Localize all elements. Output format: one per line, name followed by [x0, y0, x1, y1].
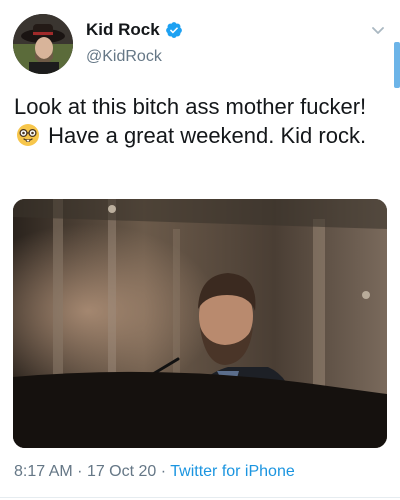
tweet-time[interactable]: 8:17 AM [14, 463, 73, 480]
tweet-photo[interactable] [13, 199, 387, 448]
meta-separator: · [77, 463, 83, 480]
verified-badge-icon [165, 21, 183, 39]
tweet-date[interactable]: 17 Oct 20 [87, 463, 156, 480]
meta-separator: · [160, 463, 167, 480]
tweet-text: Look at this bitch ass mother fucker! Ha… [14, 92, 386, 150]
display-name[interactable]: Kid Rock [86, 20, 160, 40]
tweet-header: Kid Rock @KidRock [86, 18, 183, 66]
avatar[interactable] [13, 14, 73, 74]
tweet-source-link[interactable]: Twitter for iPhone [170, 463, 295, 480]
tweet-text-part-1: Look at this bitch ass mother fucker! [14, 94, 367, 119]
tweet-text-part-2: Have a great weekend. Kid rock. [48, 123, 367, 148]
nerd-face-emoji-icon [16, 123, 40, 147]
divider [0, 497, 400, 498]
tweet-card: Kid Rock @KidRock Look at this bitch ass… [0, 0, 400, 500]
scrollbar[interactable] [394, 42, 400, 88]
user-handle[interactable]: @KidRock [86, 48, 183, 66]
tweet-metadata: 8:17 AM · 17 Oct 20 · Twitter for iPhone [14, 463, 295, 481]
chevron-down-icon[interactable] [370, 22, 386, 38]
